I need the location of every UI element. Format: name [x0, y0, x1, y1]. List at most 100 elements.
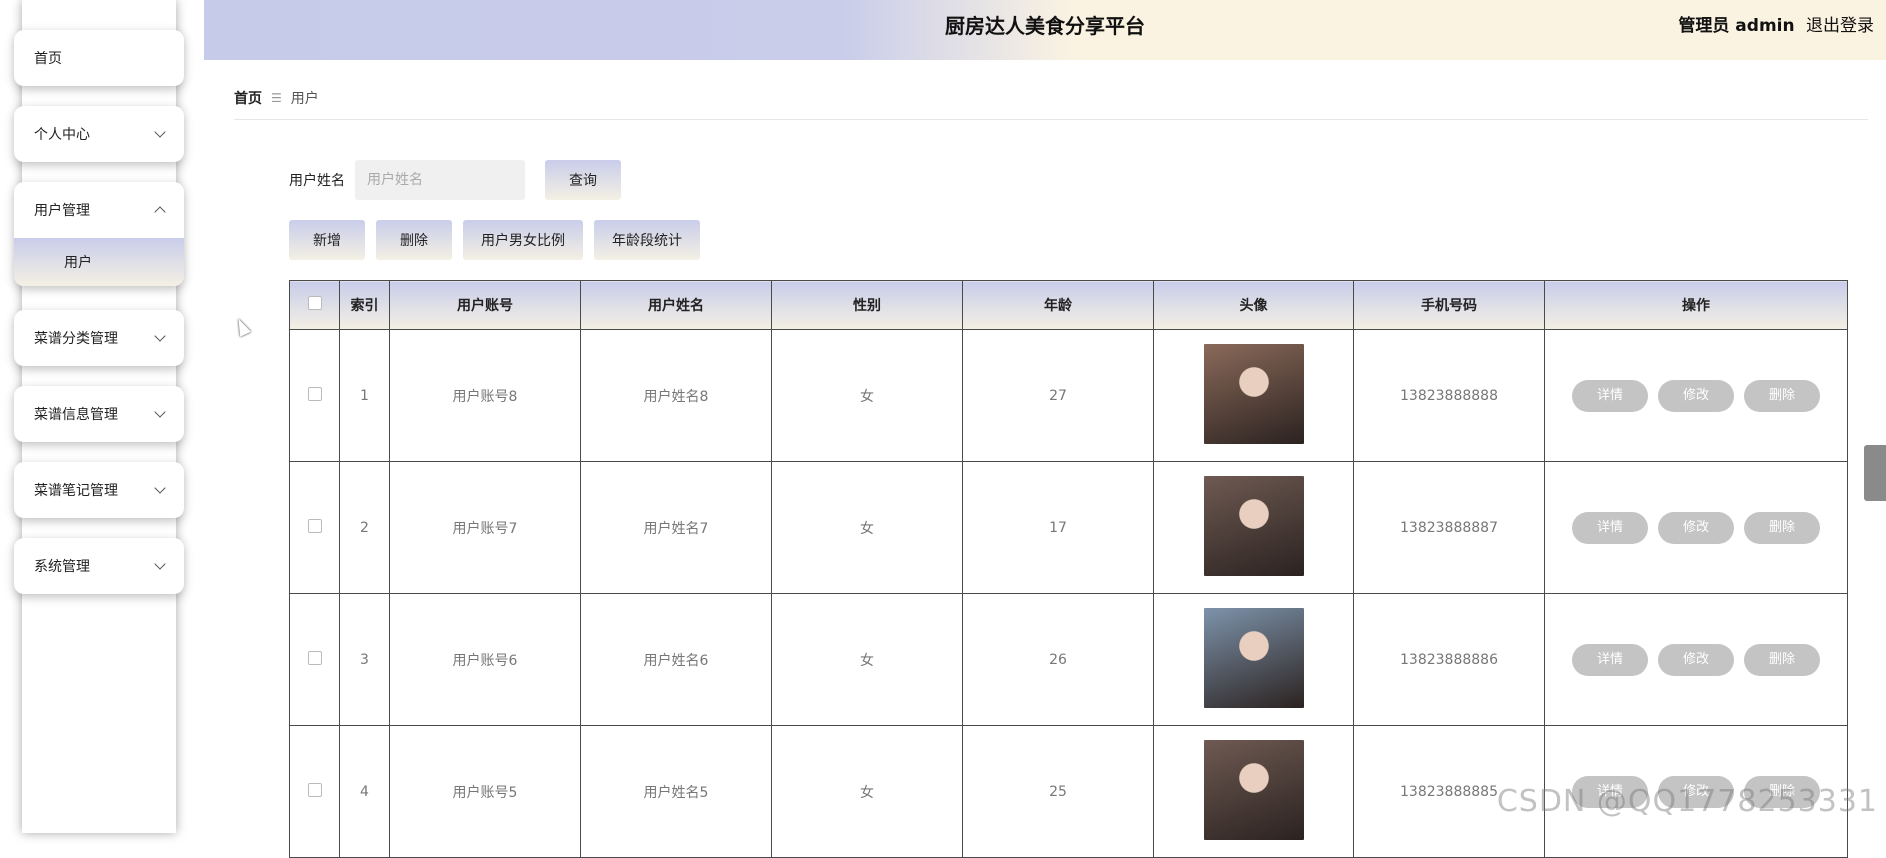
row-age: 17	[1049, 520, 1067, 536]
row-gender: 女	[860, 389, 874, 405]
avatar-cell	[1154, 462, 1354, 594]
table-row: 1用户账号8用户姓名8女2713823888888详情修改删除	[290, 330, 1848, 462]
sidebar-item-system[interactable]: 系统管理	[14, 538, 184, 594]
row-age: 27	[1049, 388, 1067, 404]
age-cell: 26	[963, 594, 1154, 726]
avatar-cell	[1154, 594, 1354, 726]
app-title: 厨房达人美食分享平台	[204, 0, 1886, 52]
name-cell: 用户姓名5	[581, 726, 772, 858]
admin-label: 管理员 admin	[1678, 16, 1794, 36]
edit-button[interactable]: 修改	[1658, 644, 1734, 676]
breadcrumb-divider	[234, 119, 1868, 120]
gender-cell: 女	[772, 726, 963, 858]
avatar[interactable]	[1204, 740, 1304, 840]
add-button[interactable]: 新增	[289, 220, 365, 260]
sidebar-subitem-user[interactable]: 用户	[14, 238, 184, 286]
edit-button[interactable]: 修改	[1658, 512, 1734, 544]
detail-button[interactable]: 详情	[1572, 380, 1648, 412]
chevron-down-icon	[154, 126, 165, 137]
row-index: 4	[360, 784, 369, 800]
phone-cell: 13823888887	[1354, 462, 1545, 594]
table-row: 3用户账号6用户姓名6女2613823888886详情修改删除	[290, 594, 1848, 726]
sidebar-item-recipe-notes[interactable]: 菜谱笔记管理	[14, 462, 184, 518]
column-header: 手机号码	[1354, 281, 1545, 330]
row-gender: 女	[860, 653, 874, 669]
search-bar: 用户姓名 查询	[289, 160, 621, 200]
account-cell: 用户账号8	[390, 330, 581, 462]
column-header: 用户姓名	[581, 281, 772, 330]
avatar[interactable]	[1204, 476, 1304, 576]
sidebar-subitem-label: 用户	[64, 252, 92, 272]
account-cell: 用户账号6	[390, 594, 581, 726]
sidebar-item-home[interactable]: 首页	[14, 30, 184, 86]
row-delete-button[interactable]: 删除	[1744, 512, 1820, 544]
chevron-up-icon	[154, 206, 165, 217]
delete-button[interactable]: 删除	[376, 220, 452, 260]
select-all-cell[interactable]	[290, 281, 340, 330]
edit-button[interactable]: 修改	[1658, 380, 1734, 412]
search-button[interactable]: 查询	[545, 160, 621, 200]
column-header: 索引	[340, 281, 390, 330]
row-delete-button[interactable]: 删除	[1744, 380, 1820, 412]
gender-ratio-button[interactable]: 用户男女比例	[463, 220, 583, 260]
side-scroll-tab[interactable]	[1864, 445, 1886, 501]
row-gender: 女	[860, 521, 874, 537]
row-name: 用户姓名5	[644, 785, 709, 801]
select-all-checkbox[interactable]	[308, 296, 322, 310]
phone-cell: 13823888888	[1354, 330, 1545, 462]
detail-button[interactable]: 详情	[1572, 644, 1648, 676]
index-cell: 2	[340, 462, 390, 594]
row-phone: 13823888886	[1400, 652, 1498, 668]
account-cell: 用户账号7	[390, 462, 581, 594]
age-cell: 25	[963, 726, 1154, 858]
sidebar-item-personal-center[interactable]: 个人中心	[14, 106, 184, 162]
search-input[interactable]	[355, 160, 525, 200]
row-account: 用户账号6	[453, 653, 518, 669]
row-checkbox[interactable]	[308, 651, 322, 665]
row-name: 用户姓名8	[644, 389, 709, 405]
avatar[interactable]	[1204, 344, 1304, 444]
row-checkbox[interactable]	[308, 387, 322, 401]
name-cell: 用户姓名7	[581, 462, 772, 594]
column-header: 性别	[772, 281, 963, 330]
chevron-down-icon	[154, 482, 165, 493]
age-stats-button[interactable]: 年龄段统计	[594, 220, 700, 260]
row-name: 用户姓名7	[644, 521, 709, 537]
row-checkbox[interactable]	[308, 783, 322, 797]
row-select-cell[interactable]	[290, 330, 340, 462]
sidebar-item-user-management[interactable]: 用户管理 用户	[14, 182, 184, 286]
index-cell: 1	[340, 330, 390, 462]
avatar-cell	[1154, 330, 1354, 462]
sidebar-item-label: 用户管理	[34, 200, 90, 220]
table-row: 2用户账号7 用户姓名7 女 17 13823888887 详情修改删除	[290, 462, 1848, 594]
account-cell: 用户账号5	[390, 726, 581, 858]
actions-cell: 详情修改删除	[1545, 330, 1848, 462]
avatar-cell	[1154, 726, 1354, 858]
row-checkbox[interactable]	[308, 519, 322, 533]
sidebar-item-label: 菜谱笔记管理	[34, 480, 118, 500]
logout-link[interactable]: 退出登录	[1806, 16, 1874, 36]
column-header: 操作	[1545, 281, 1848, 330]
row-delete-button[interactable]: 删除	[1744, 644, 1820, 676]
row-account: 用户账号5	[453, 785, 518, 801]
index-cell: 4	[340, 726, 390, 858]
search-label: 用户姓名	[289, 170, 345, 190]
avatar[interactable]	[1204, 608, 1304, 708]
age-cell: 27	[963, 330, 1154, 462]
sidebar-item-label: 首页	[34, 48, 62, 68]
index-cell: 3	[340, 594, 390, 726]
sidebar-item-recipe-info[interactable]: 菜谱信息管理	[14, 386, 184, 442]
sidebar-item-label: 系统管理	[34, 556, 90, 576]
row-age: 26	[1049, 652, 1067, 668]
sidebar-item-recipe-category[interactable]: 菜谱分类管理	[14, 310, 184, 366]
age-cell: 17	[963, 462, 1154, 594]
chevron-down-icon	[154, 406, 165, 417]
row-select-cell[interactable]	[290, 726, 340, 858]
row-select-cell[interactable]	[290, 462, 340, 594]
detail-button[interactable]: 详情	[1572, 512, 1648, 544]
breadcrumb-home[interactable]: 首页	[234, 88, 262, 108]
breadcrumb: 首页 ☰ 用户	[234, 88, 319, 108]
gender-cell: 女	[772, 462, 963, 594]
row-phone: 13823888885	[1400, 784, 1498, 800]
row-select-cell[interactable]	[290, 594, 340, 726]
